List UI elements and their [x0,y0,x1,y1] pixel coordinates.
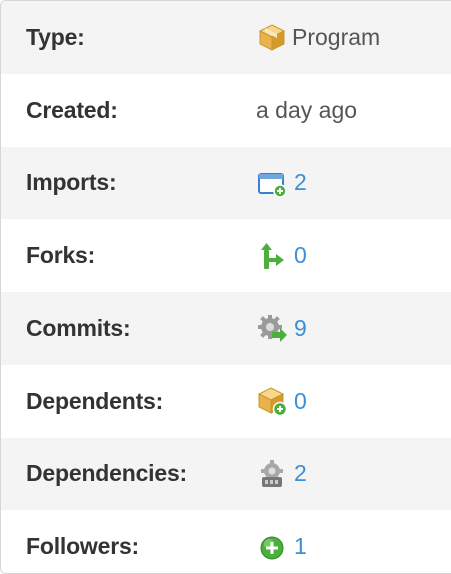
dependencies-count-link[interactable]: 2 [294,460,307,487]
created-label: Created: [26,96,118,123]
commit-gear-icon [256,312,288,344]
dependents-value[interactable]: 0 [256,385,307,417]
followers-label: Followers: [26,533,140,560]
imports-count-link[interactable]: 2 [294,169,307,196]
row-type: Type: Program [1,1,451,74]
dependencies-value[interactable]: 2 [256,458,307,490]
followers-count-link[interactable]: 1 [294,533,307,560]
dependents-count-link[interactable]: 0 [294,388,307,415]
imports-label: Imports: [26,169,117,196]
row-dependents: Dependents: 0 [1,364,451,438]
type-label: Type: [26,23,85,50]
fork-icon [256,240,288,272]
dependency-gear-icon [256,458,288,490]
dependencies-label: Dependencies: [26,460,188,487]
commits-value[interactable]: 9 [256,312,307,344]
forks-label: Forks: [26,242,96,269]
commits-label: Commits: [26,314,131,341]
package-icon [256,21,288,53]
type-value: Program [256,21,380,53]
dependents-label: Dependents: [26,387,164,414]
forks-value[interactable]: 0 [256,240,307,272]
followers-value[interactable]: 1 [256,531,307,563]
created-value: a day ago [256,97,357,124]
type-text: Program [292,23,381,50]
import-window-icon [256,167,288,199]
row-created: Created: a day ago [1,73,451,147]
created-text: a day ago [256,96,358,123]
forks-count-link[interactable]: 0 [294,242,307,269]
row-imports: Imports: 2 [1,146,451,220]
follow-plus-icon [256,531,288,563]
row-forks: Forks: 0 [1,219,451,292]
commits-count-link[interactable]: 9 [294,315,307,342]
package-add-icon [256,385,288,417]
row-commits: Commits: 9 [1,292,451,365]
imports-value[interactable]: 2 [256,167,307,199]
row-followers: Followers: 1 [1,510,451,573]
project-info-table: Type: Program Created: a day ago Imports… [0,0,451,574]
row-dependencies: Dependencies: 2 [1,437,451,511]
